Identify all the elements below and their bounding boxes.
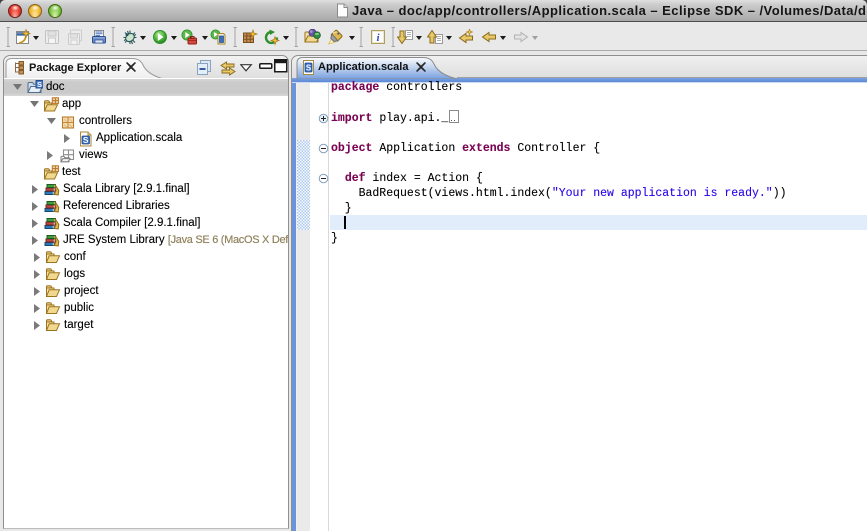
svg-text:S: S — [306, 64, 312, 73]
